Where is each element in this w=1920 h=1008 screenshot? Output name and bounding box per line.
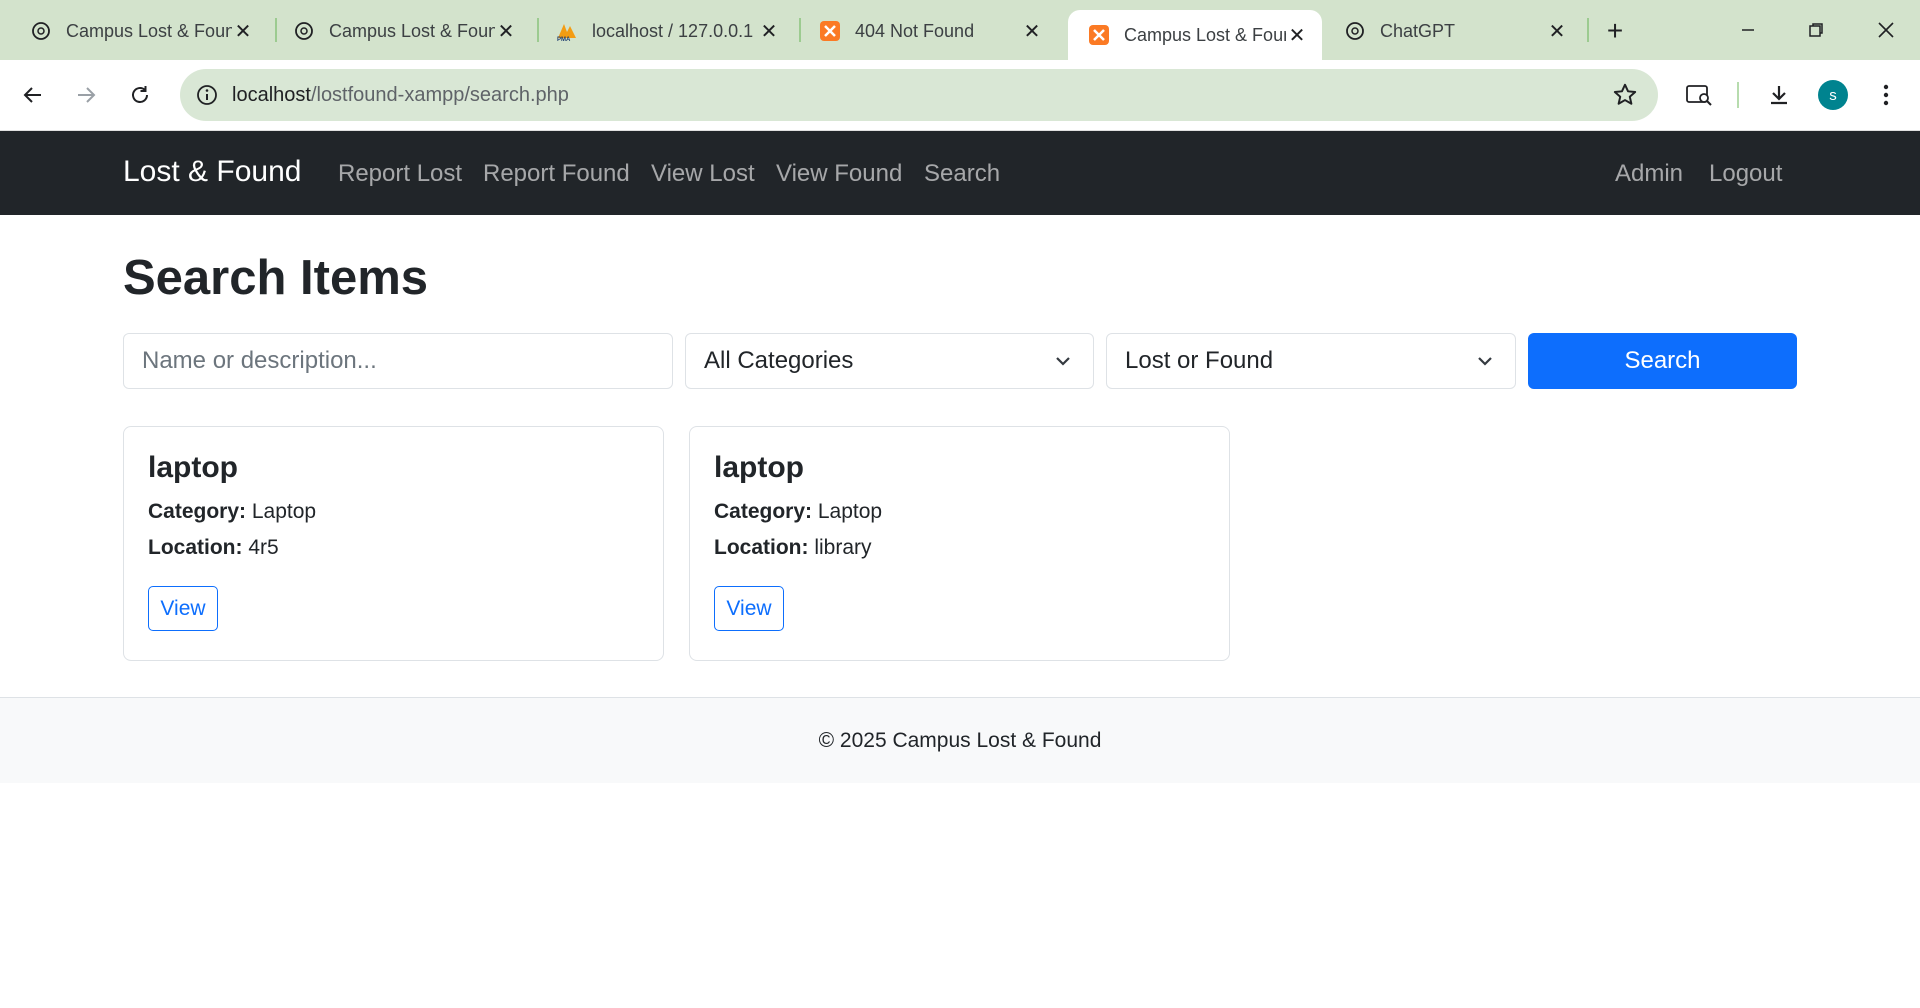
category-select-value: All Categories	[704, 347, 854, 374]
nav-view-found[interactable]: View Found	[776, 160, 902, 188]
browser-tab[interactable]: PMA localhost / 127.0.0.1 ✕	[536, 8, 794, 54]
forward-button[interactable]	[68, 77, 104, 113]
new-tab-button[interactable]: +	[1598, 14, 1632, 48]
nav-logout[interactable]: Logout	[1709, 160, 1782, 188]
bookmark-star-icon[interactable]	[1612, 82, 1638, 113]
reload-button[interactable]	[122, 77, 158, 113]
address-bar[interactable]: localhost/lostfound-xampp/search.php	[180, 69, 1658, 121]
browser-toolbar: localhost/lostfound-xampp/search.php	[0, 60, 1920, 131]
chevron-down-icon	[1053, 350, 1075, 372]
close-tab-icon[interactable]: ✕	[495, 20, 517, 43]
type-select[interactable]: Lost or Found	[1106, 333, 1516, 389]
toolbar-divider	[1737, 82, 1739, 108]
item-title: laptop	[714, 451, 804, 484]
view-button[interactable]: View	[714, 586, 784, 631]
close-window-button[interactable]	[1852, 0, 1920, 60]
browser-tab[interactable]: ChatGPT ✕	[1324, 8, 1582, 54]
page-footer: © 2025 Campus Lost & Found	[0, 697, 1920, 783]
site-info-icon[interactable]	[194, 82, 220, 108]
tab-divider	[1587, 18, 1589, 42]
item-title: laptop	[148, 451, 238, 484]
browser-tab[interactable]: 404 Not Found ✕	[799, 8, 1057, 54]
chevron-down-icon	[1475, 350, 1497, 372]
profile-avatar[interactable]: s	[1818, 80, 1848, 110]
page-title: Search Items	[123, 251, 429, 305]
nav-report-found[interactable]: Report Found	[483, 160, 630, 188]
download-icon[interactable]	[1761, 77, 1797, 113]
url-text: localhost/lostfound-xampp/search.php	[232, 83, 569, 106]
browser-tab-active[interactable]: Campus Lost & Found ✕	[1068, 10, 1322, 60]
close-tab-icon[interactable]: ✕	[1286, 24, 1308, 47]
minimize-button[interactable]	[1714, 0, 1782, 60]
menu-kebab-icon[interactable]	[1868, 77, 1904, 113]
close-tab-icon[interactable]: ✕	[758, 20, 780, 43]
view-button[interactable]: View	[148, 586, 218, 631]
nav-report-lost[interactable]: Report Lost	[338, 160, 462, 188]
phpmyadmin-icon: PMA	[556, 20, 578, 42]
close-tab-icon[interactable]: ✕	[232, 20, 254, 43]
search-button[interactable]: Search	[1528, 333, 1797, 389]
item-card: laptop Category: Laptop Location: 4r5 Vi…	[123, 426, 664, 661]
chatgpt-icon	[30, 20, 52, 42]
xampp-icon	[819, 20, 841, 42]
category-select[interactable]: All Categories	[685, 333, 1094, 389]
navbar-brand[interactable]: Lost & Found	[123, 155, 301, 189]
nav-view-lost[interactable]: View Lost	[651, 160, 755, 188]
nav-search[interactable]: Search	[924, 160, 1000, 188]
restore-button[interactable]	[1782, 0, 1850, 60]
item-category: Category: Laptop	[714, 500, 883, 523]
item-card: laptop Category: Laptop Location: librar…	[689, 426, 1230, 661]
type-select-value: Lost or Found	[1125, 347, 1274, 374]
nav-admin[interactable]: Admin	[1615, 160, 1683, 188]
item-location: Location: 4r5	[148, 536, 279, 559]
item-location: Location: library	[714, 536, 872, 559]
browser-tab[interactable]: Campus Lost & Found ✕	[10, 8, 268, 54]
site-navbar: Lost & Found Report Lost Report Found Vi…	[0, 131, 1920, 215]
item-category: Category: Laptop	[148, 500, 317, 523]
tab-strip: Campus Lost & Found ✕ Campus Lost & Foun…	[0, 0, 1920, 60]
close-tab-icon[interactable]: ✕	[1021, 20, 1043, 43]
chatgpt-icon	[293, 20, 315, 42]
back-button[interactable]	[15, 77, 51, 113]
search-input[interactable]	[123, 333, 673, 389]
lens-search-icon[interactable]	[1681, 77, 1717, 113]
browser-tab[interactable]: Campus Lost & Found ✕	[273, 8, 531, 54]
chatgpt-icon	[1344, 20, 1366, 42]
svg-text:PMA: PMA	[557, 37, 571, 42]
xampp-icon	[1088, 24, 1110, 46]
close-tab-icon[interactable]: ✕	[1546, 20, 1568, 43]
